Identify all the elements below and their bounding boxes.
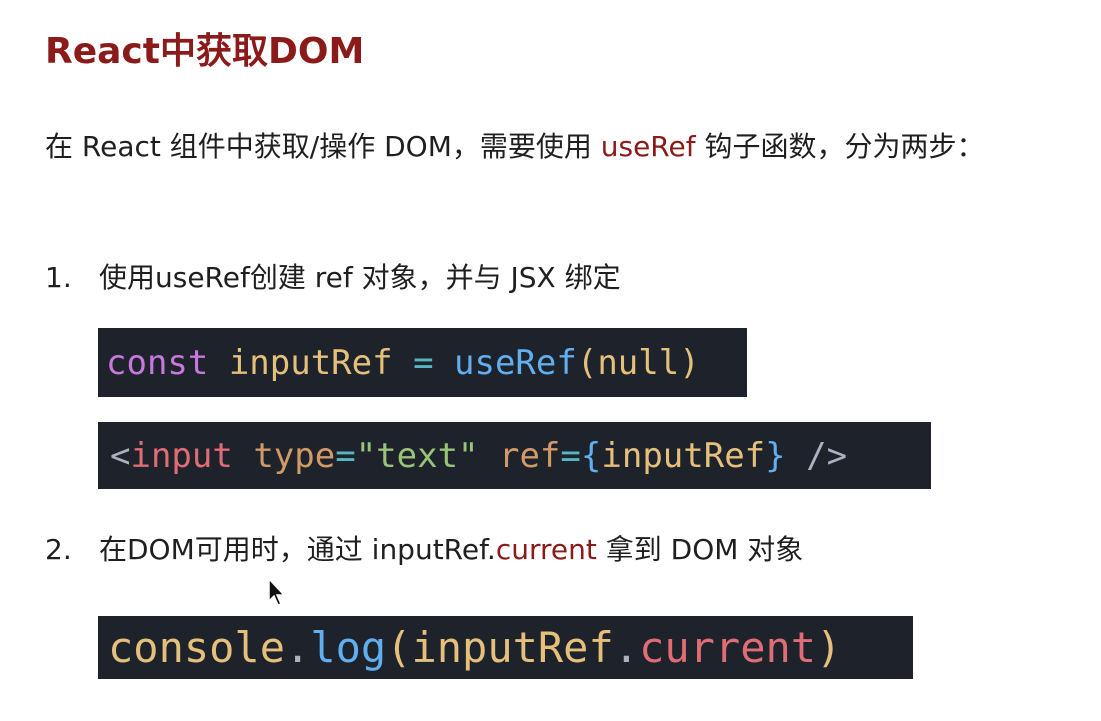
intro-text-after: 钩子函数，分为两步： (695, 130, 985, 163)
step-2-text-after: 拿到 DOM 对象 (596, 533, 804, 566)
code-token: /> (785, 435, 848, 476)
code-token: = (392, 342, 455, 383)
code-token: ) (679, 342, 700, 383)
step-1: 1. 使用useRef创建 ref 对象，并与 JSX 绑定 (45, 256, 621, 296)
code-token: inputRef (601, 435, 766, 476)
code-token: = (560, 435, 581, 476)
step-1-number: 1. (45, 261, 72, 294)
intro-text-before: 在 React 组件中获取/操作 DOM，需要使用 (45, 130, 601, 163)
code-token: null (597, 342, 680, 383)
code-token: "text" (355, 435, 479, 476)
intro-paragraph: 在 React 组件中获取/操作 DOM，需要使用 useRef 钩子函数，分为… (45, 125, 985, 165)
page-title: React中获取DOM (45, 31, 365, 72)
code-token: < (110, 435, 131, 476)
code-token: current (639, 623, 817, 672)
code-token: input (130, 435, 233, 476)
code-token: log (310, 623, 387, 672)
step-2: 2. 在DOM可用时，通过 inputRef.current 拿到 DOM 对象 (45, 528, 803, 568)
code-token: } (765, 435, 786, 476)
code-token: inputRef (411, 623, 614, 672)
step-2-highlight-current: current (495, 533, 597, 566)
code-token: useRef (454, 342, 577, 383)
step-2-number: 2. (45, 533, 72, 566)
code-token: ( (576, 342, 598, 383)
code-token: const (106, 342, 209, 383)
step-2-text-before: 在DOM可用时，通过 inputRef. (99, 533, 496, 566)
code-block-console-log: console. log(inputRef. current) (98, 616, 913, 679)
code-token: . (613, 623, 640, 672)
intro-highlight-useref: useRef (600, 130, 696, 163)
code-token: ) (816, 623, 842, 672)
code-token: console (108, 623, 286, 672)
mouse-pointer-icon (268, 578, 286, 606)
code-token: ref (478, 435, 561, 476)
code-token: ( (386, 623, 412, 672)
code-token: = (335, 435, 356, 476)
code-block-create-ref: const inputRef = useRef(null) (98, 328, 747, 397)
code-block-jsx-bind: < input type = "text" ref ={inputRef} /> (98, 422, 931, 489)
code-token: { (580, 435, 602, 476)
step-1-text: 使用useRef创建 ref 对象，并与 JSX 绑定 (99, 261, 621, 294)
code-token: type (232, 435, 336, 476)
code-token: inputRef (208, 342, 393, 383)
code-token: . (285, 623, 311, 672)
